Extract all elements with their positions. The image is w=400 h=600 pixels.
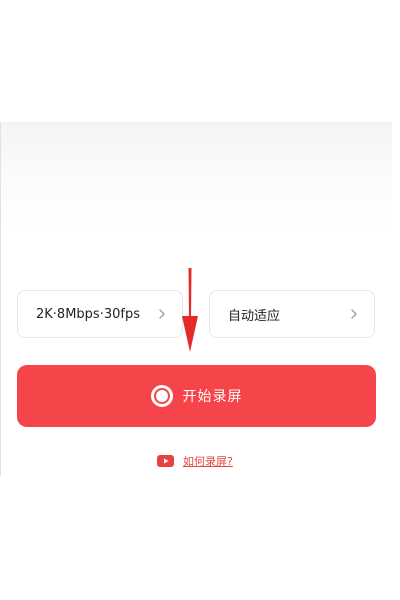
how-to-record-link[interactable]: 如何录屏? [157, 452, 233, 470]
start-recording-label: 开始录屏 [182, 389, 243, 405]
quality-label: 2K·8Mbps·30fps [36, 306, 140, 322]
record-circle-icon [150, 385, 173, 407]
orientation-selector[interactable]: 自动适应 [209, 290, 375, 338]
screen: 2K·8Mbps·30fps 自动适应 开始录屏 如何录屏? [0, 0, 400, 600]
chevron-right-icon [159, 309, 165, 319]
quality-selector[interactable]: 2K·8Mbps·30fps [17, 290, 183, 338]
chevron-right-icon [351, 309, 357, 319]
how-to-record-text: 如何录屏? [183, 455, 233, 468]
video-play-icon [157, 455, 174, 467]
orientation-label: 自动适应 [228, 308, 281, 324]
start-recording-button[interactable]: 开始录屏 [17, 365, 376, 427]
